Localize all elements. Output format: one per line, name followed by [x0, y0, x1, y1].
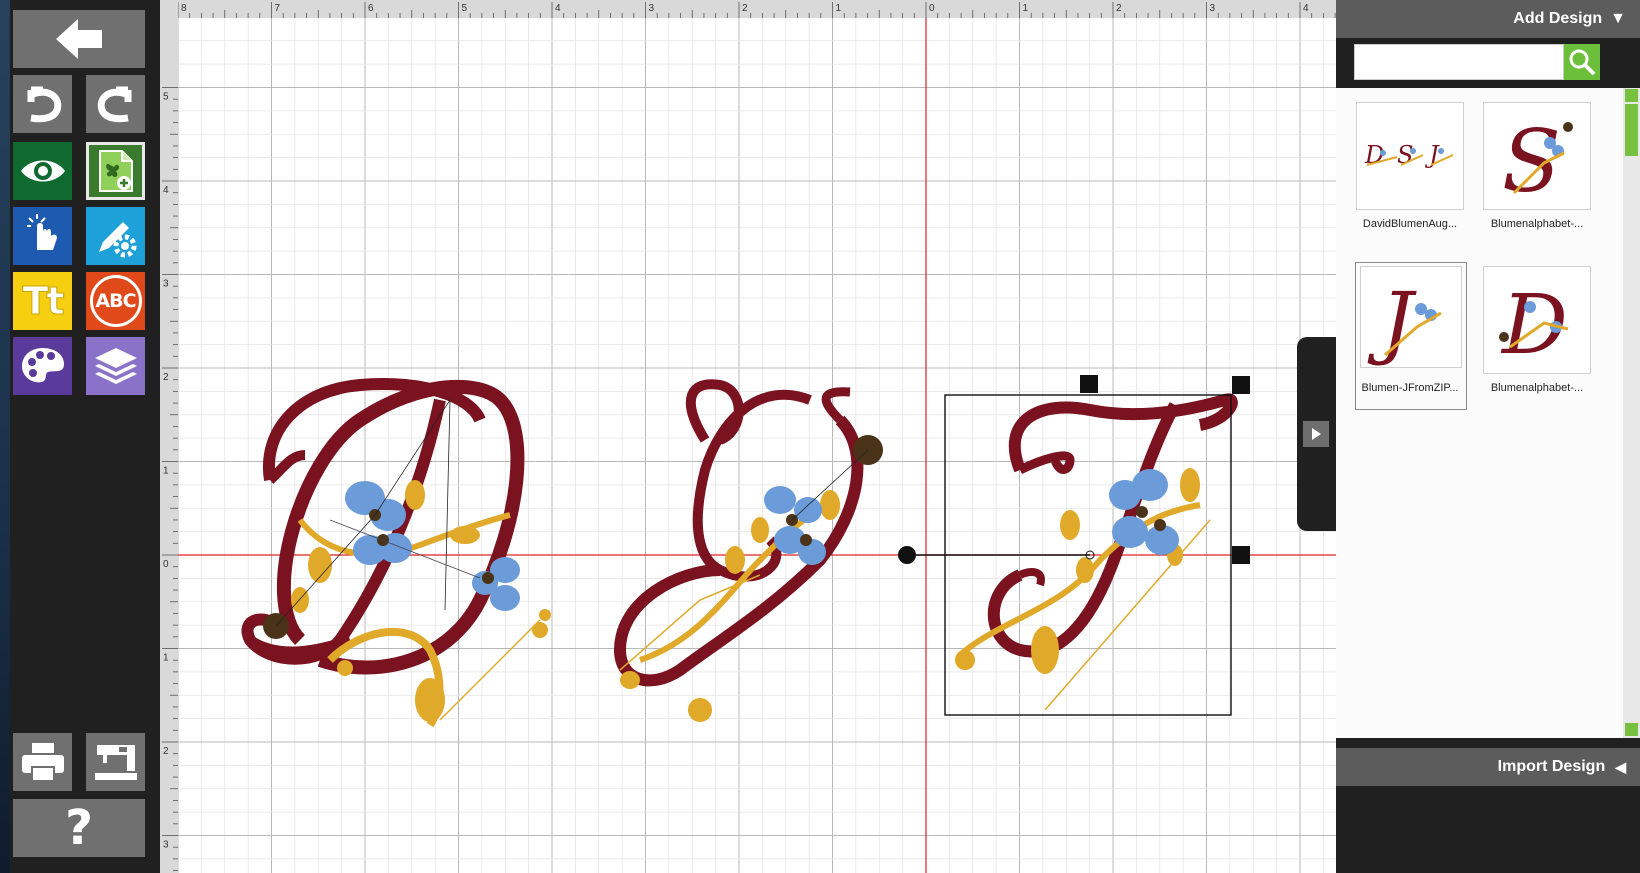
- send-to-machine-button[interactable]: [86, 733, 145, 791]
- undo-button[interactable]: [13, 75, 72, 133]
- ruler-top-label: 6: [368, 3, 374, 14]
- design-list: D S J DavidBlumenAug... S Blumenalphabet…: [1336, 88, 1640, 738]
- toolbar: Tt ABC ?: [10, 0, 160, 873]
- scroll-down-button[interactable]: [1625, 723, 1638, 736]
- palette-icon: [21, 348, 64, 383]
- design-thumb-3[interactable]: J: [1360, 266, 1462, 368]
- panel-collapse-tab: [1297, 337, 1337, 531]
- design-preview-dsj: D S J: [1364, 141, 1454, 169]
- ruler-left-label: 0: [163, 559, 169, 570]
- monogram-label: ABC: [95, 290, 136, 312]
- ruler-left-label: 1: [163, 653, 169, 664]
- undo-icon: [27, 86, 61, 123]
- view-button[interactable]: [13, 142, 72, 200]
- ruler-top-label: 4: [1303, 3, 1309, 14]
- ruler-top-label: 3: [1210, 3, 1216, 14]
- search-input[interactable]: [1354, 44, 1564, 80]
- design-thumb-2[interactable]: S: [1483, 102, 1591, 212]
- chevron-down-icon: ▼: [1610, 10, 1626, 27]
- ruler-top-label: 2: [742, 3, 748, 14]
- ruler-top-label: 8: [181, 3, 187, 14]
- ruler-left-label: 3: [163, 279, 169, 290]
- monogram-button[interactable]: ABC: [86, 272, 145, 330]
- rotate-handle-corner: [1232, 376, 1250, 394]
- text-tool-button[interactable]: Tt: [13, 272, 72, 330]
- ruler-top-label: 7: [275, 3, 281, 14]
- scroll-up-button[interactable]: [1625, 89, 1638, 102]
- ruler-left-label: 3: [163, 840, 169, 851]
- collapse-panel-button[interactable]: [1303, 421, 1329, 447]
- svg-text:J: J: [1367, 275, 1417, 367]
- print-button[interactable]: [13, 733, 72, 791]
- ruler-top-label: 0: [929, 3, 935, 14]
- scroll-thumb[interactable]: [1625, 104, 1638, 156]
- pencil-gear-icon: [98, 222, 136, 258]
- color-palette-button[interactable]: [13, 337, 72, 395]
- move-handle: [898, 546, 916, 564]
- help-label: ?: [65, 800, 93, 856]
- ruler-left-label: 2: [163, 372, 169, 383]
- ruler-top-label: 5: [462, 3, 468, 14]
- import-design-header[interactable]: Import Design ◀: [1336, 748, 1640, 786]
- design-name-1: DavidBlumenAug...: [1362, 218, 1458, 230]
- ruler-top-label: 2: [1116, 3, 1122, 14]
- add-design-button[interactable]: [86, 142, 145, 200]
- resize-handle-right: [1232, 546, 1250, 564]
- ruler-left-label: 1: [163, 466, 169, 477]
- select-button[interactable]: [13, 207, 72, 265]
- search-icon: [1569, 49, 1596, 76]
- design-name-4: Blumenalphabet-...: [1490, 382, 1584, 394]
- design-preview-j: J: [1367, 275, 1442, 368]
- design-thumb-4[interactable]: D: [1483, 266, 1591, 374]
- play-right-icon: [1312, 428, 1321, 440]
- right-panel: Add Design ▼ D S J DavidBlumenAug... S B…: [1336, 0, 1640, 873]
- printer-icon: [21, 743, 64, 782]
- horizontal-ruler: 8 7 6 5 4 3 2 1 0 1 2 3 4: [160, 0, 1336, 18]
- import-design-label: Import Design: [1497, 758, 1606, 775]
- design-list-scrollbar[interactable]: [1623, 88, 1640, 738]
- text-tool-label: Tt: [22, 279, 65, 324]
- touch-select-icon: [26, 214, 57, 250]
- add-design-label: Add Design: [1513, 10, 1603, 27]
- eye-icon: [20, 160, 65, 182]
- letter-s-design[interactable]: [613, 379, 883, 722]
- ruler-top-label: 3: [649, 3, 655, 14]
- design-thumb-1[interactable]: D S J: [1356, 102, 1464, 210]
- search-button[interactable]: [1564, 44, 1600, 80]
- ruler-left-label: 2: [163, 746, 169, 757]
- desktop-edge: [0, 0, 10, 873]
- ruler-left-label: 5: [163, 92, 169, 103]
- selection-box[interactable]: [898, 375, 1250, 716]
- ruler-left-label: 4: [163, 185, 169, 196]
- design-name-3: Blumen-JFromZIP...: [1361, 382, 1459, 394]
- edit-settings-button[interactable]: [86, 207, 145, 265]
- ruler-top-label: 1: [836, 3, 842, 14]
- sewing-machine-icon: [94, 745, 137, 780]
- monogram-circle-icon: ABC: [89, 275, 142, 327]
- back-arrow-icon: [56, 19, 102, 59]
- ruler-top-label: 1: [1023, 3, 1029, 14]
- redo-icon: [97, 86, 131, 123]
- design-name-2: Blumenalphabet-...: [1490, 218, 1584, 230]
- back-button[interactable]: [13, 10, 145, 68]
- svg-text:S: S: [1397, 141, 1413, 169]
- ruler-top-label: 4: [555, 3, 561, 14]
- redo-button[interactable]: [86, 75, 145, 133]
- chevron-left-icon: ◀: [1615, 758, 1626, 775]
- layers-button[interactable]: [86, 337, 145, 395]
- vertical-ruler: 5 4 3 2 1 0 1 2 3: [160, 0, 178, 873]
- add-design-header[interactable]: Add Design ▼: [1336, 0, 1640, 38]
- resize-handle-top: [1080, 375, 1098, 393]
- layers-icon: [94, 348, 137, 384]
- design-preview-d: D: [1499, 278, 1569, 373]
- new-design-page-icon: [98, 150, 133, 192]
- help-button[interactable]: ?: [13, 799, 145, 857]
- design-preview-s: S: [1502, 112, 1573, 212]
- design-canvas[interactable]: [178, 18, 1336, 873]
